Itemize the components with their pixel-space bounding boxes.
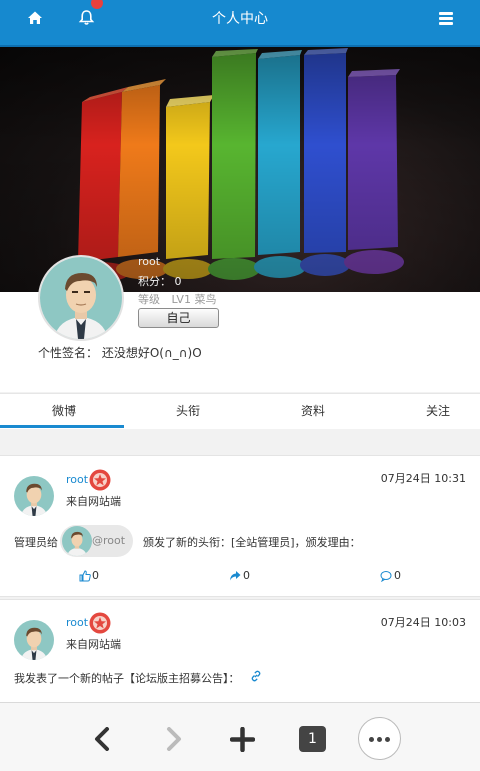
menu-icon[interactable] xyxy=(439,12,453,25)
tab-info[interactable]: 资料 xyxy=(301,402,325,419)
post-body-prefix: 管理员给 xyxy=(14,536,58,549)
feed-post: root 来自网站端 07月24日 10:31 管理员给 @root 颁发了新的… xyxy=(0,455,480,597)
back-icon[interactable] xyxy=(94,727,110,751)
mention-chip[interactable]: @root xyxy=(60,525,133,557)
post-body: 我发表了一个新的帖子【论坛版主招募公告】： xyxy=(14,672,240,685)
top-bar: 个人中心 xyxy=(0,0,480,47)
mention-text: @root xyxy=(92,534,126,547)
comment-icon[interactable] xyxy=(380,570,392,582)
tab-following[interactable]: 关注 xyxy=(426,402,450,419)
signature: 个性签名： 还没想好O(∩_∩)O xyxy=(38,346,202,360)
mention-avatar xyxy=(62,526,92,556)
post-avatar[interactable] xyxy=(14,620,54,660)
post-author[interactable]: root xyxy=(66,473,88,486)
post-time: 07月24日 10:03 xyxy=(380,616,466,629)
share-icon[interactable] xyxy=(229,570,241,582)
page: 个人中心 root 积分： 0 等级 LV1 菜鸟 自己 个性签名： 还没想好O… xyxy=(0,0,480,771)
share-count: 0 xyxy=(243,569,250,582)
forward-icon[interactable] xyxy=(166,727,182,751)
post-avatar[interactable] xyxy=(14,476,54,516)
feed-post: root 来自网站端 07月24日 10:03 我发表了一个新的帖子【论坛版主招… xyxy=(0,599,480,709)
avatar[interactable] xyxy=(38,255,124,341)
admin-badge-icon xyxy=(89,469,111,491)
post-author[interactable]: root xyxy=(66,616,88,629)
points: 积分： 0 xyxy=(138,275,182,288)
post-source: 来自网站端 xyxy=(66,495,121,508)
profile-tabs: 微博 头衔 资料 关注 xyxy=(0,393,480,429)
active-tab-indicator xyxy=(0,425,124,428)
link-icon[interactable] xyxy=(250,670,262,682)
like-count: 0 xyxy=(92,569,99,582)
browser-toolbar: 1 xyxy=(0,702,480,771)
username: root xyxy=(138,255,161,268)
page-title: 个人中心 xyxy=(212,11,268,27)
more-menu-button[interactable] xyxy=(358,717,401,760)
post-time: 07月24日 10:31 xyxy=(380,472,466,485)
tab-weibo[interactable]: 微博 xyxy=(52,402,76,419)
level: 等级 LV1 菜鸟 xyxy=(138,293,217,306)
thumbs-up-icon[interactable] xyxy=(79,570,91,582)
admin-badge-icon xyxy=(89,612,111,634)
self-button[interactable]: 自己 xyxy=(138,308,219,328)
add-tab-icon[interactable] xyxy=(230,727,255,752)
comment-count: 0 xyxy=(394,569,401,582)
tab-titles[interactable]: 头衔 xyxy=(176,402,200,419)
tab-count-button[interactable]: 1 xyxy=(299,726,326,752)
post-body-suffix: 颁发了新的头衔：[全站管理员]，颁发理由： xyxy=(143,536,361,549)
post-source: 来自网站端 xyxy=(66,638,121,651)
